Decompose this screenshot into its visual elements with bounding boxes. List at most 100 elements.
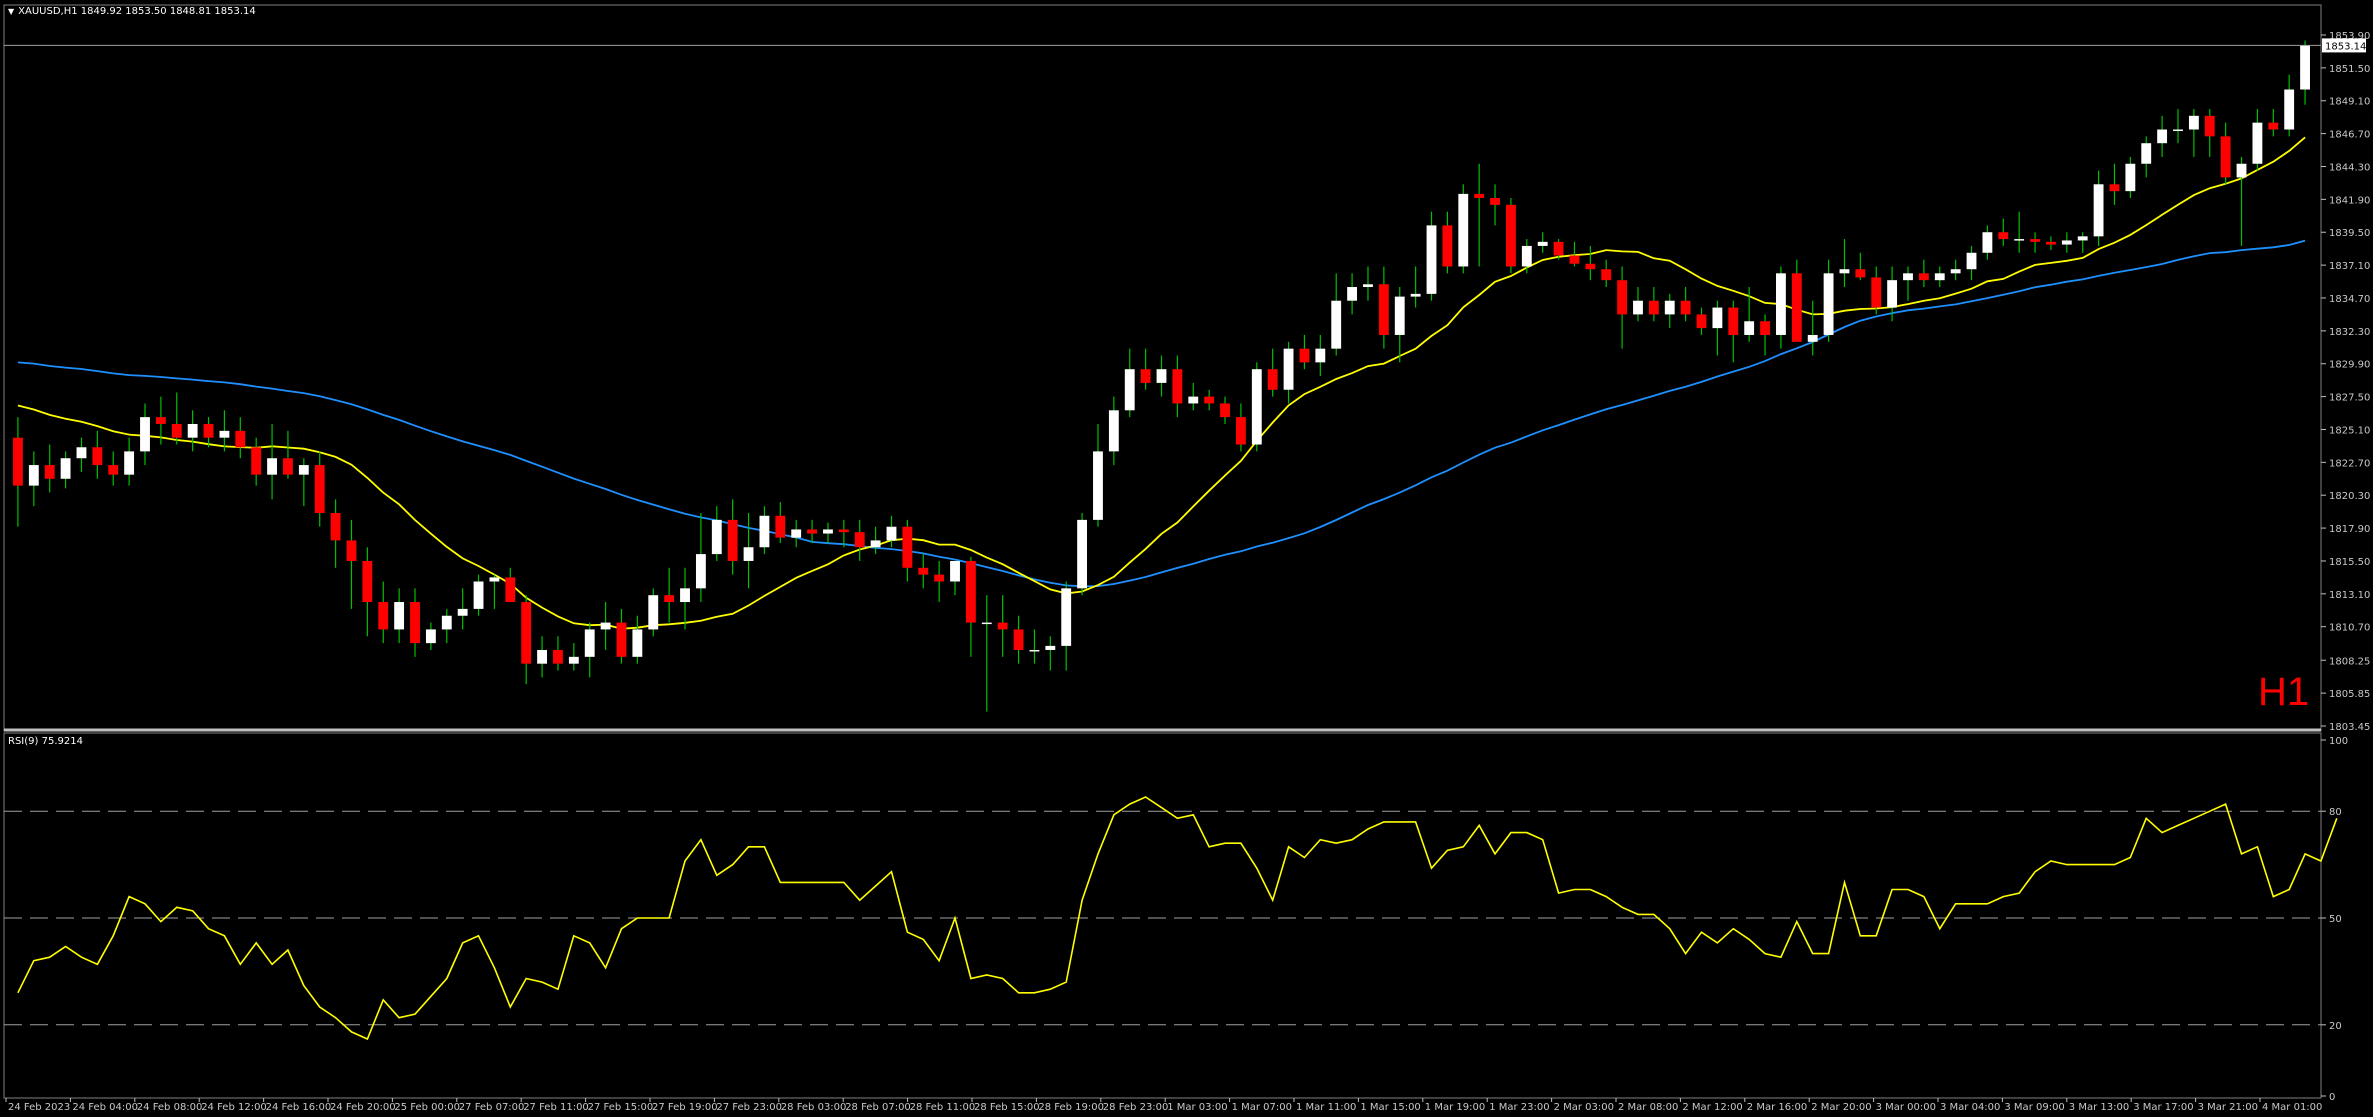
time-axis-label: 2 Mar 20:00 [1811, 1102, 1871, 1113]
price-axis-label: 1837.10 [2329, 261, 2370, 272]
candle-body [203, 423, 214, 438]
candle-body [187, 423, 198, 438]
candle-body [1267, 369, 1278, 390]
price-axis-label: 1813.10 [2329, 590, 2370, 601]
candle-body [44, 465, 55, 479]
timeframe-label: H1 [2258, 670, 2309, 714]
rsi-header: RSI(9) 75.9214 [8, 736, 83, 747]
time-axis-label: 1 Mar 11:00 [1296, 1102, 1356, 1113]
price-axis-label: 1829.90 [2329, 360, 2370, 371]
candle-body [1982, 232, 1993, 253]
candle-body [981, 622, 992, 625]
time-axis-label: 28 Feb 23:00 [1103, 1102, 1169, 1113]
time-axis-label: 1 Mar 15:00 [1360, 1102, 1420, 1113]
candle-body [2300, 45, 2310, 90]
candle-body [378, 602, 389, 630]
candle-body [1839, 269, 1850, 274]
candle [1251, 362, 1262, 452]
time-axis-label: 24 Feb 20:00 [330, 1102, 396, 1113]
candle-body [1156, 369, 1167, 383]
candle-body [235, 430, 246, 448]
candle-body [616, 622, 627, 657]
candle-body [124, 451, 135, 475]
candle-body [1347, 287, 1358, 301]
candle-body [1791, 273, 1802, 342]
candle-body [1807, 334, 1818, 342]
time-axis-label: 1 Mar 23:00 [1489, 1102, 1549, 1113]
dropdown-triangle-icon[interactable]: ▼ [8, 7, 14, 16]
candle-body [1505, 204, 1516, 267]
price-axis-label: 1841.90 [2329, 195, 2370, 206]
candle-body [1029, 649, 1040, 652]
candle-body [807, 529, 818, 534]
time-axis-label: 1 Mar 03:00 [1167, 1102, 1227, 1113]
candle-body [330, 513, 341, 541]
candle-body [1569, 255, 1580, 264]
trading-chart[interactable]: 1853.901851.501849.101846.701844.301841.… [0, 0, 2373, 1117]
price-axis-label: 1808.25 [2329, 656, 2370, 667]
candle-body [2093, 184, 2104, 237]
candle-body [1664, 300, 1675, 315]
candle-body [1299, 348, 1310, 363]
candle-body [457, 608, 468, 616]
time-axis-label: 24 Feb 04:00 [72, 1102, 138, 1113]
candle-body [473, 581, 484, 609]
candle-body [1887, 280, 1898, 308]
candle-body [902, 526, 913, 568]
candle-body [775, 515, 786, 538]
price-axis-label: 1827.50 [2329, 393, 2370, 404]
candle-body [950, 560, 960, 582]
candle-body [1315, 348, 1326, 363]
time-axis-label: 28 Feb 19:00 [1038, 1102, 1104, 1113]
time-axis-label: 2 Mar 03:00 [1554, 1102, 1614, 1113]
candle-body [1188, 396, 1199, 404]
candle-body [1855, 269, 1866, 278]
candle-body [823, 529, 833, 534]
candle-body [362, 560, 373, 603]
time-axis-label: 24 Feb 16:00 [266, 1102, 332, 1113]
candle-body [108, 465, 119, 475]
candle-body [1776, 273, 1786, 335]
candle-body [2188, 115, 2199, 130]
candle-body [2157, 129, 2168, 144]
candle-body [2141, 143, 2152, 164]
candle-body [854, 532, 865, 548]
candle-body [2014, 239, 2025, 241]
candle-body [1617, 280, 1628, 315]
candle-body [568, 656, 579, 664]
symbol-header[interactable]: ▼ XAUUSD,H1 1849.92 1853.50 1848.81 1853.… [8, 6, 256, 17]
candle [1458, 184, 1469, 274]
candle-body [28, 465, 39, 486]
candle-body [219, 430, 230, 438]
candle-body [838, 529, 849, 533]
price-axis-label: 1832.30 [2329, 327, 2370, 338]
candle-body [584, 629, 595, 657]
candle-body [76, 447, 87, 459]
candle-body [759, 515, 770, 548]
candle-body [1490, 197, 1500, 205]
candle-body [1394, 296, 1405, 335]
candle-body [1061, 588, 1072, 646]
time-axis-label: 28 Feb 03:00 [781, 1102, 847, 1113]
candle-body [934, 574, 945, 582]
candle-body [1728, 307, 1739, 335]
candle-body [441, 615, 452, 630]
candle-body [664, 595, 675, 603]
candle-body [1378, 284, 1389, 335]
time-axis-label: 3 Mar 21:00 [2198, 1102, 2258, 1113]
candle-body [171, 423, 182, 438]
candle-body [2109, 184, 2120, 192]
candle-body [2061, 240, 2072, 245]
time-axis-label: 3 Mar 09:00 [2004, 1102, 2064, 1113]
price-axis-label: 1834.70 [2329, 294, 2370, 305]
time-axis-label: 1 Mar 07:00 [1232, 1102, 1292, 1113]
candle-body [251, 447, 262, 475]
candle-body [553, 649, 563, 664]
candle-body [410, 602, 420, 644]
candle-body [2046, 241, 2056, 245]
candle-body [680, 588, 690, 603]
time-axis-label: 4 Mar 01:00 [2262, 1102, 2322, 1113]
symbol-ohlc-text: XAUUSD,H1 1849.92 1853.50 1848.81 1853.1… [18, 6, 256, 17]
candle-body [314, 465, 325, 514]
candle-body [1871, 277, 1882, 308]
